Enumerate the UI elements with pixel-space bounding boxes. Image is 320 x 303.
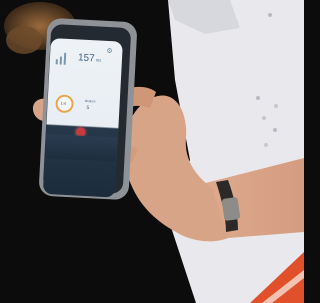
card-label: Medium <box>84 98 96 104</box>
gauge-value: 157 <box>77 52 95 65</box>
ring-value: 1:4 <box>60 100 67 106</box>
card-value: 5 <box>86 104 90 112</box>
phone-screen: 157 ms ⚙ 1:4 Medium 5 <box>42 38 123 198</box>
bottom-panel <box>44 133 118 162</box>
bar-chart-icon <box>55 52 67 65</box>
gauge-unit: ms <box>95 57 102 63</box>
settings-icon[interactable]: ⚙ <box>106 47 113 55</box>
